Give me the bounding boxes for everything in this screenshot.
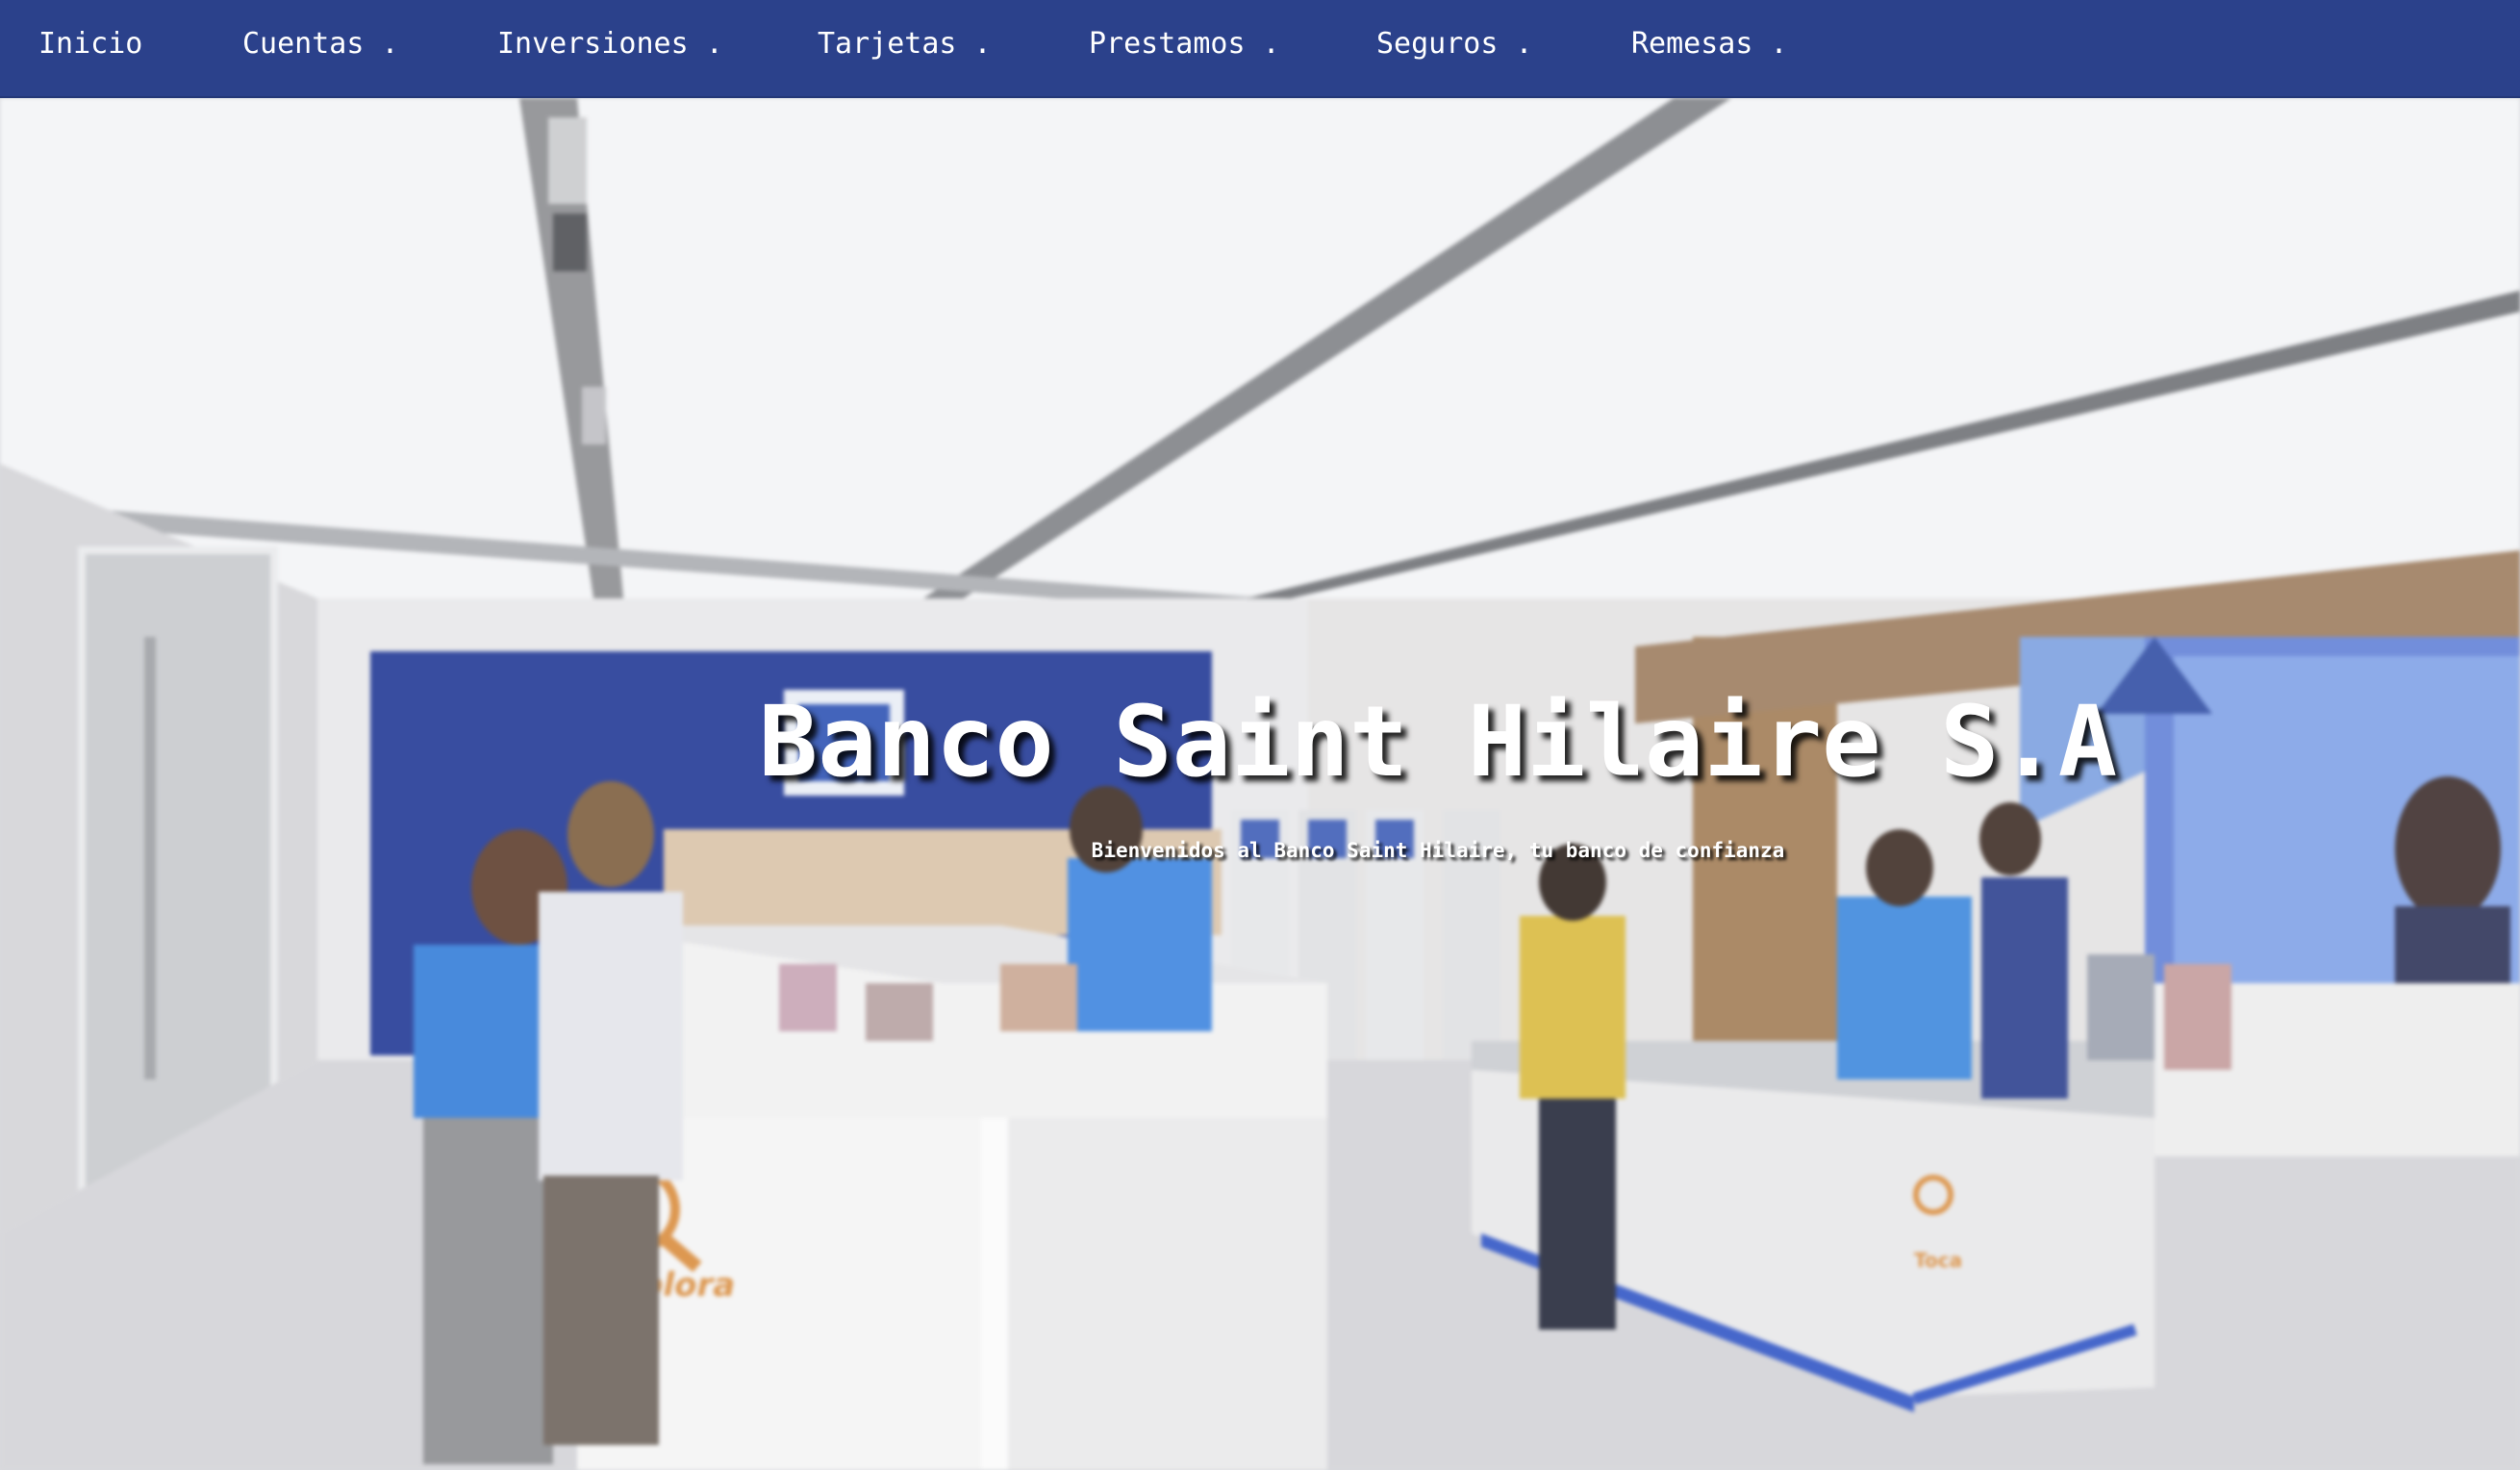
top-navigation-bar: Inicio Cuentas . Inversiones . Tarjetas … bbox=[0, 0, 2520, 98]
nav-item-prestamos[interactable]: Prestamos . bbox=[1089, 27, 1280, 61]
hero-title: Banco Saint Hilaire S.A bbox=[758, 685, 2118, 799]
nav-item-remesas[interactable]: Remesas . bbox=[1631, 27, 1788, 61]
nav-item-cuentas[interactable]: Cuentas . bbox=[242, 27, 399, 61]
nav-item-inicio[interactable]: Inicio bbox=[38, 27, 142, 61]
hero-banner: Explora Toca Banco Saint Hilaire S.A Bie… bbox=[0, 98, 2520, 1470]
nav-item-tarjetas[interactable]: Tarjetas . bbox=[818, 27, 992, 61]
nav-item-inversiones[interactable]: Inversiones . bbox=[497, 27, 723, 61]
hero-subtitle: Bienvenidos al Banco Saint Hilaire, tu b… bbox=[1091, 839, 1785, 862]
nav-item-seguros[interactable]: Seguros . bbox=[1376, 27, 1533, 61]
